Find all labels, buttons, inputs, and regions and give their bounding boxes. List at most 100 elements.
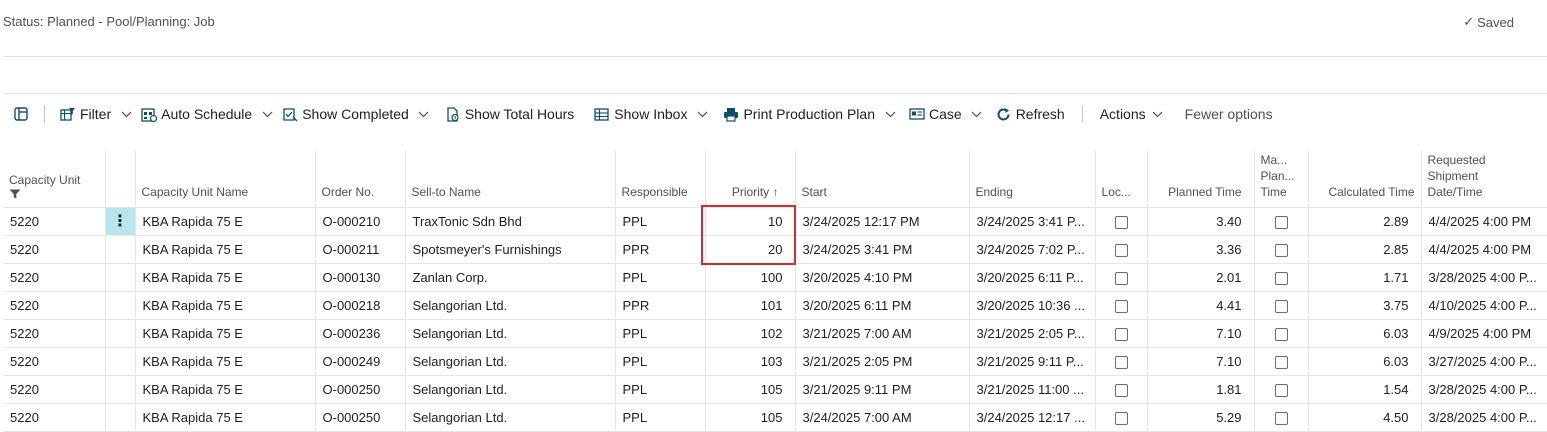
cell-responsible[interactable]: PPL [615,375,706,404]
print-production-plan-button[interactable]: Print Production Plan [718,100,880,128]
show-total-hours-button[interactable]: Show Total Hours [440,100,579,128]
show-completed-dropdown[interactable] [414,100,434,128]
table-row[interactable]: 5220 KBA Rapida 75 E O-000236 Selangorian L… [3,319,1547,348]
cell-requested-shipment[interactable]: 3/28/2025 4:00 P... [1421,403,1547,432]
cell-order-no[interactable]: O-000249 [315,347,406,376]
row-menu-button[interactable] [105,347,136,376]
col-header-capacity-unit[interactable]: Capacity Unit [3,151,106,207]
cell-priority[interactable]: 105 [705,403,796,432]
case-dropdown[interactable] [967,100,987,128]
table-row[interactable]: 5220 KBA Rapida 75 E O-000130 Zanlan Corp. P… [3,263,1547,292]
manual-plan-time-checkbox[interactable] [1274,243,1288,257]
cell-capacity-unit[interactable]: 5220 [3,291,106,320]
cell-planned-time[interactable]: 5.29 [1147,403,1255,432]
cell-manual-plan-time[interactable] [1254,319,1309,348]
col-header-capacity-unit-name[interactable]: Capacity Unit Name [135,151,316,207]
cell-manual-plan-time[interactable] [1254,347,1309,376]
cell-capacity-unit-name[interactable]: KBA Rapida 75 E [135,291,316,320]
table-row[interactable]: 5220 KBA Rapida 75 E O-000250 Selangorian L… [3,403,1547,432]
cell-order-no[interactable]: O-000210 [315,206,406,236]
cell-priority[interactable]: 105 [705,375,796,404]
cell-sell-to-name[interactable]: Selangorian Ltd. [405,347,616,376]
cell-locked[interactable] [1095,235,1148,264]
row-menu-button[interactable] [105,263,136,292]
cell-manual-plan-time[interactable] [1254,403,1309,432]
cell-capacity-unit[interactable]: 5220 [3,319,106,348]
cell-calculated-time[interactable]: 1.71 [1308,263,1422,292]
cell-manual-plan-time[interactable] [1254,263,1309,292]
cell-capacity-unit[interactable]: 5220 [3,263,106,292]
locked-checkbox[interactable] [1114,215,1128,229]
col-header-ending[interactable]: Ending [969,151,1096,207]
cell-order-no[interactable]: O-000236 [315,319,406,348]
cell-order-no[interactable]: O-000250 [315,375,406,404]
refresh-button[interactable]: Refresh [991,100,1070,128]
auto-schedule-button[interactable]: Auto Schedule [136,100,257,128]
row-menu-button[interactable] [105,375,136,404]
cell-planned-time[interactable]: 7.10 [1147,347,1255,376]
cell-capacity-unit[interactable]: 5220 [3,403,106,432]
cell-requested-shipment[interactable]: 4/4/2025 4:00 PM [1421,206,1547,236]
cell-capacity-unit-name[interactable]: KBA Rapida 75 E [135,263,316,292]
auto-schedule-dropdown[interactable] [257,100,277,128]
col-header-responsible[interactable]: Responsible [615,151,706,207]
col-header-sell-to-name[interactable]: Sell-to Name [405,151,616,207]
cell-capacity-unit-name[interactable]: KBA Rapida 75 E [135,235,316,264]
cell-requested-shipment[interactable]: 4/10/2025 4:00 P... [1421,291,1547,320]
cell-ending[interactable]: 3/20/2025 10:36 ... [969,291,1096,320]
cell-planned-time[interactable]: 7.10 [1147,319,1255,348]
manual-plan-time-checkbox[interactable] [1274,299,1288,313]
col-header-order-no[interactable]: Order No. [315,151,406,207]
row-menu-button[interactable] [105,235,136,264]
cell-calculated-time[interactable]: 2.89 [1308,206,1422,236]
cell-capacity-unit-name[interactable]: KBA Rapida 75 E [135,206,316,236]
cell-sell-to-name[interactable]: Selangorian Ltd. [405,403,616,432]
cell-calculated-time[interactable]: 2.85 [1308,235,1422,264]
cell-requested-shipment[interactable]: 3/28/2025 4:00 P... [1421,263,1547,292]
manual-plan-time-checkbox[interactable] [1274,355,1288,369]
col-header-calculated-time[interactable]: Calculated Time [1308,151,1422,207]
cell-planned-time[interactable]: 3.40 [1147,206,1255,236]
cell-ending[interactable]: 3/21/2025 2:05 P... [969,319,1096,348]
locked-checkbox[interactable] [1114,383,1128,397]
table-row[interactable]: 5220 KBA Rapida 75 E O-000249 Selangorian L… [3,347,1547,376]
cell-sell-to-name[interactable]: TraxTonic Sdn Bhd [405,206,616,236]
cell-calculated-time[interactable]: 3.75 [1308,291,1422,320]
col-header-start[interactable]: Start [795,151,970,207]
manual-plan-time-checkbox[interactable] [1274,271,1288,285]
view-toggle-button[interactable] [8,100,34,128]
row-menu-button[interactable] [105,403,136,432]
cell-capacity-unit[interactable]: 5220 [3,235,106,264]
show-inbox-button[interactable]: Show Inbox [589,100,692,128]
locked-checkbox[interactable] [1114,299,1128,313]
cell-order-no[interactable]: O-000130 [315,263,406,292]
manual-plan-time-checkbox[interactable] [1274,327,1288,341]
cell-priority[interactable]: 100 [705,263,796,292]
manual-plan-time-checkbox[interactable] [1274,215,1288,229]
cell-locked[interactable] [1095,319,1148,348]
cell-responsible[interactable]: PPR [615,291,706,320]
cell-calculated-time[interactable]: 1.54 [1308,375,1422,404]
cell-start[interactable]: 3/21/2025 9:11 PM [795,375,970,404]
row-menu-button[interactable] [105,319,136,348]
col-header-priority[interactable]: Priority ↑ [705,151,796,207]
cell-locked[interactable] [1095,291,1148,320]
case-button[interactable]: Case [904,100,967,128]
cell-order-no[interactable]: O-000218 [315,291,406,320]
print-production-plan-dropdown[interactable] [880,100,900,128]
cell-priority[interactable]: 20 [705,235,796,264]
cell-responsible[interactable]: PPL [615,403,706,432]
cell-responsible[interactable]: PPL [615,347,706,376]
cell-sell-to-name[interactable]: Selangorian Ltd. [405,375,616,404]
cell-priority[interactable]: 101 [705,291,796,320]
cell-requested-shipment[interactable]: 3/27/2025 4:00 P... [1421,347,1547,376]
cell-capacity-unit-name[interactable]: KBA Rapida 75 E [135,375,316,404]
cell-calculated-time[interactable]: 6.03 [1308,319,1422,348]
cell-sell-to-name[interactable]: Selangorian Ltd. [405,291,616,320]
filter-button[interactable]: Filter [55,100,116,128]
col-header-planned-time[interactable]: Planned Time [1147,151,1255,207]
cell-order-no[interactable]: O-000250 [315,403,406,432]
row-menu-button[interactable]: ⋮ [105,206,136,236]
cell-start[interactable]: 3/20/2025 6:11 PM [795,291,970,320]
cell-requested-shipment[interactable]: 3/28/2025 4:00 P... [1421,375,1547,404]
